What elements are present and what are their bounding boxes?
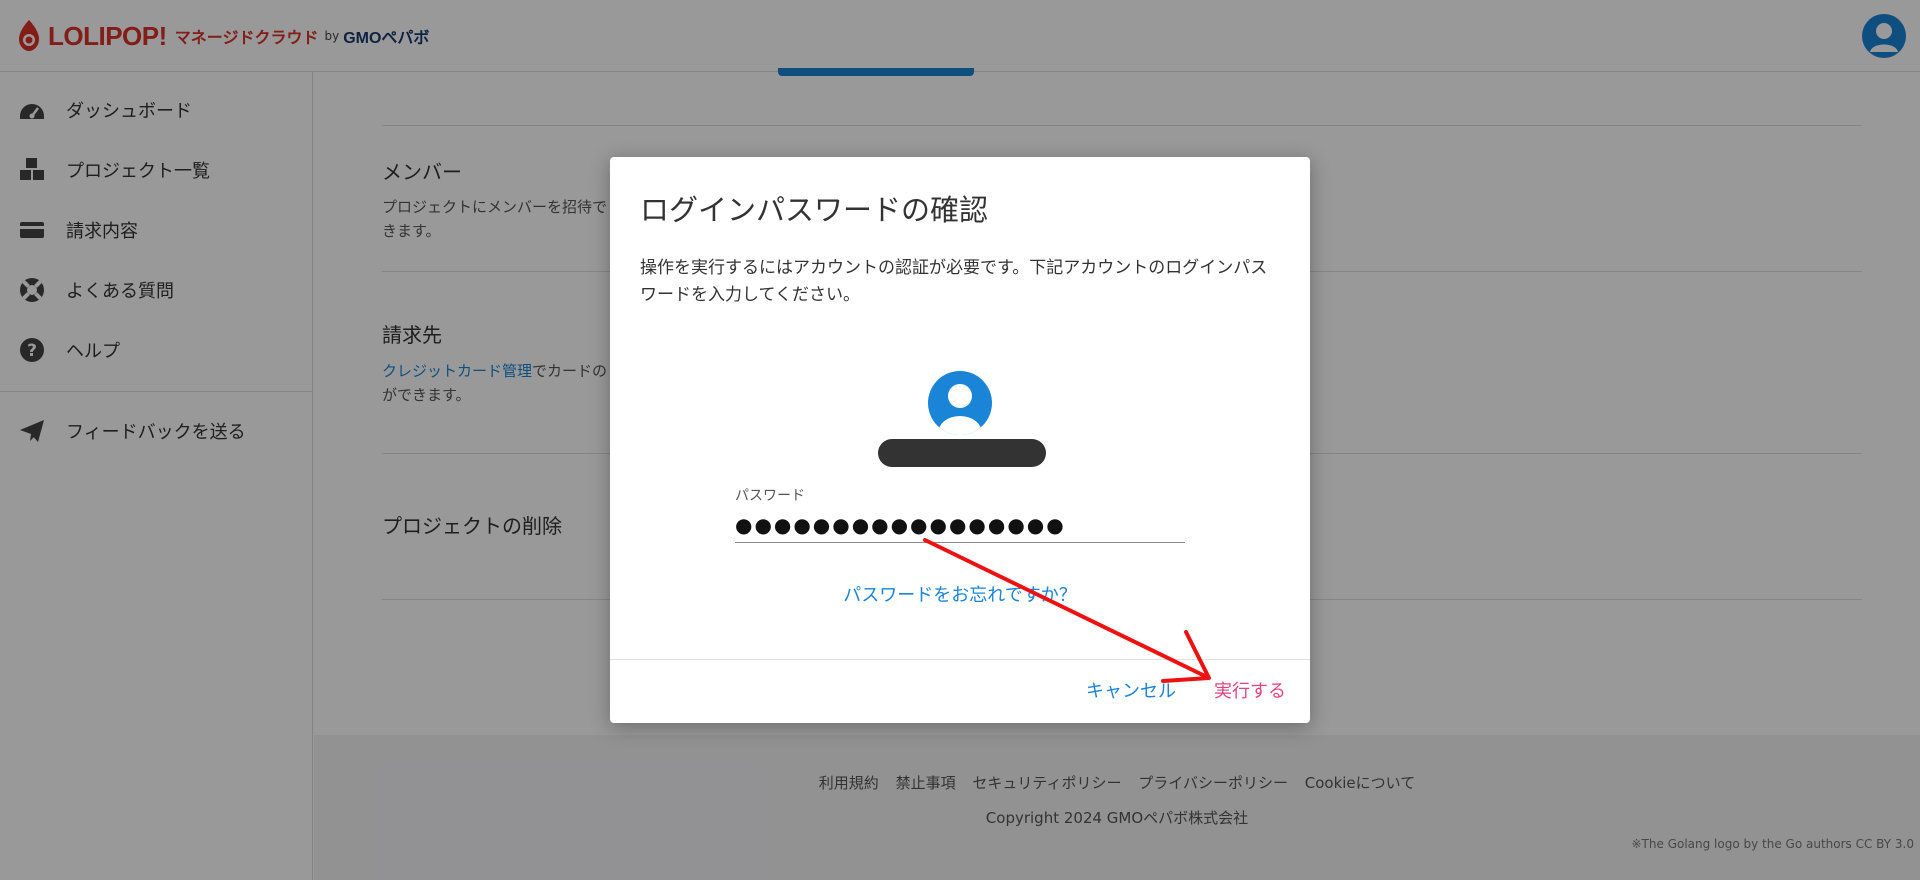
run-button[interactable]: 実行する	[1214, 677, 1286, 703]
account-avatar-icon	[928, 371, 992, 435]
dialog-divider	[610, 659, 1310, 660]
forgot-password-link[interactable]: パスワードをお忘れですか？	[610, 581, 1310, 607]
password-confirm-dialog: ログインパスワードの確認 操作を実行するにはアカウントの認証が必要です。下記アカ…	[610, 157, 1310, 723]
password-input[interactable]	[735, 507, 1185, 543]
password-label: パスワード	[735, 488, 805, 504]
dialog-title: ログインパスワードの確認	[640, 193, 989, 227]
cancel-button[interactable]: キャンセル	[1086, 677, 1176, 703]
dialog-body: 操作を実行するにはアカウントの認証が必要です。下記アカウントのログインパスワード…	[640, 258, 1268, 305]
username-redacted	[878, 439, 1046, 467]
